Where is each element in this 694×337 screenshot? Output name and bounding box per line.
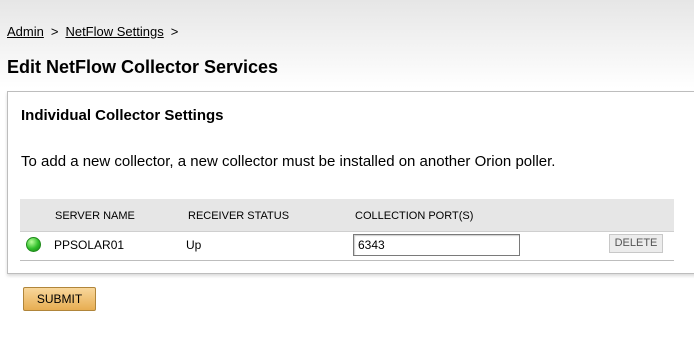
column-header-receiver-status: RECEIVER STATUS: [188, 210, 290, 222]
submit-button[interactable]: SUBMIT: [23, 287, 96, 311]
breadcrumb-netflow-settings-link[interactable]: NetFlow Settings: [65, 24, 163, 39]
collection-port-input[interactable]: [353, 234, 520, 256]
receiver-status-cell: Up: [186, 238, 202, 252]
green-status-icon: [26, 237, 41, 252]
column-header-collection-ports: COLLECTION PORT(S): [355, 210, 474, 222]
delete-button[interactable]: DELETE: [609, 234, 663, 253]
column-header-server-name: SERVER NAME: [55, 210, 135, 222]
server-name-cell: PPSOLAR01: [54, 238, 125, 252]
table-row: PPSOLAR01 Up DELETE: [20, 232, 674, 261]
breadcrumb-separator: >: [50, 24, 59, 39]
grid-header: SERVER NAME RECEIVER STATUS COLLECTION P…: [20, 199, 674, 232]
add-collector-note: To add a new collector, a new collector …: [21, 153, 556, 170]
breadcrumb-separator: >: [170, 24, 179, 39]
collector-settings-panel: Individual Collector Settings To add a n…: [7, 91, 694, 274]
breadcrumb: Admin > NetFlow Settings >: [7, 24, 185, 39]
breadcrumb-admin-link[interactable]: Admin: [7, 24, 44, 39]
panel-title: Individual Collector Settings: [21, 107, 224, 124]
page-title: Edit NetFlow Collector Services: [7, 57, 279, 77]
